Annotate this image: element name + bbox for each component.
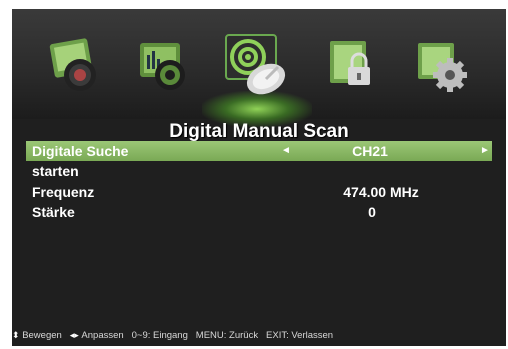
start-label: starten <box>32 163 79 179</box>
footer-exit: EXIT: Verlassen <box>266 330 334 341</box>
digital-search-label: Digitale Suche <box>32 143 129 159</box>
lock-icon[interactable] <box>322 35 384 97</box>
arrow-right-icon[interactable]: ► <box>480 141 490 161</box>
strength-row: Stärke 0 <box>26 202 492 222</box>
footer-back: MENU: Zurück <box>195 330 259 341</box>
frequency-value: 474.00 MHz <box>343 184 419 200</box>
tv-screen: Digital Manual Scan Digitale Suche ◄ CH2… <box>12 9 506 346</box>
start-row[interactable]: starten <box>26 161 492 181</box>
frequency-label: Frequenz <box>32 184 95 200</box>
settings-icon[interactable] <box>412 35 474 97</box>
channel-value: CH21 <box>352 143 388 159</box>
picture-icon[interactable] <box>44 35 106 97</box>
strength-label: Stärke <box>32 204 75 220</box>
footer-move: Bewegen <box>22 330 62 341</box>
strength-value: 0 <box>368 204 376 220</box>
frequency-row: Frequenz 474.00 MHz <box>26 182 492 202</box>
digital-search-row[interactable]: Digitale Suche ◄ CH21 ► <box>26 141 492 161</box>
menu-icon-bar <box>12 9 506 127</box>
arrow-left-icon[interactable]: ◄ <box>281 141 291 161</box>
sound-icon[interactable] <box>132 35 194 97</box>
footer-input: 0~9: Eingang <box>131 330 188 341</box>
footer-adjust: Anpassen <box>81 330 124 341</box>
channel-search-icon[interactable] <box>220 29 294 103</box>
up-down-icon: ⬍ <box>12 330 20 340</box>
footer-help-bar: ⬍ Bewegen ◂▸ Anpassen 0~9: Eingang MENU:… <box>12 325 506 346</box>
left-right-icon: ◂▸ <box>69 330 79 340</box>
